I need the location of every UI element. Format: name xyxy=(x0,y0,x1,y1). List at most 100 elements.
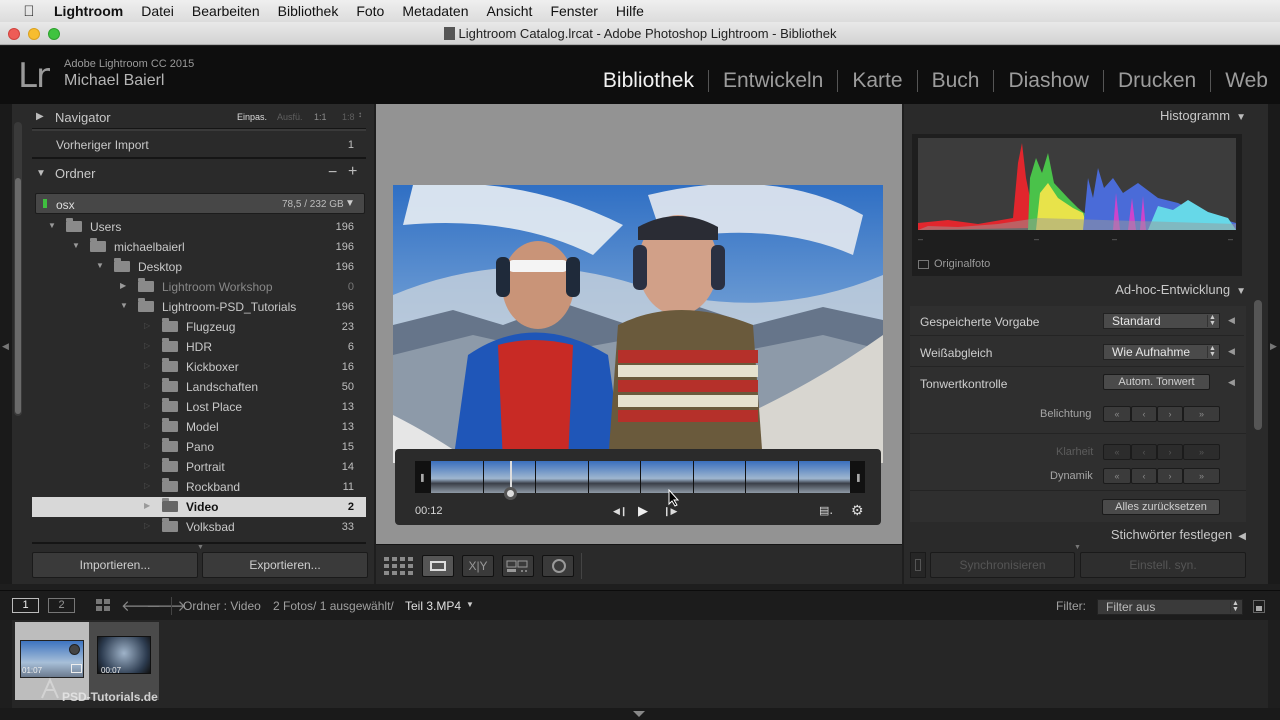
catalog-previous-import[interactable]: Vorheriger Import 1 xyxy=(32,135,366,155)
menu-datei[interactable]: Datei xyxy=(141,3,174,19)
clarity-decrease-large[interactable]: « xyxy=(1103,444,1131,460)
expand-section-icon[interactable]: ◀ xyxy=(1228,315,1235,326)
add-folder-icon[interactable]: + xyxy=(348,163,357,181)
module-entwickeln[interactable]: Entwickeln xyxy=(709,70,839,92)
expand-folder-icon[interactable]: ▷ xyxy=(144,341,150,350)
folder-row[interactable]: ▷ Model 13 xyxy=(32,417,366,437)
expand-folder-icon[interactable]: ▷ xyxy=(144,421,150,430)
collapse-section-icon[interactable]: ◀ xyxy=(1228,377,1235,388)
grid-icon[interactable] xyxy=(96,599,110,617)
second-screen-button[interactable]: 2 xyxy=(48,598,75,613)
expand-folder-icon[interactable]: ▷ xyxy=(144,461,150,470)
zoom-custom[interactable]: 1:8 xyxy=(342,112,355,122)
module-web[interactable]: Web xyxy=(1211,70,1268,92)
close-window-button[interactable] xyxy=(8,28,20,40)
vibrance-increase-large[interactable]: » xyxy=(1183,468,1220,484)
source-path[interactable]: Ordner : Video xyxy=(183,599,261,613)
zoom-fill[interactable]: Ausfü. xyxy=(277,112,303,122)
export-button[interactable]: Exportieren... xyxy=(202,552,368,578)
trim-start-handle[interactable]: ❚ xyxy=(419,473,426,482)
forward-arrow-icon[interactable]: 🡒 xyxy=(146,596,186,615)
exposure-decrease[interactable]: ‹ xyxy=(1131,406,1157,422)
volume-bar[interactable]: osx 78,5 / 232 GB ▼ xyxy=(35,193,365,214)
expand-folder-icon[interactable]: ▷ xyxy=(144,441,150,450)
survey-view-button[interactable] xyxy=(502,555,534,577)
folder-row[interactable]: ▼ Lightroom-PSD_Tutorials 196 xyxy=(32,297,366,317)
exposure-increase-large[interactable]: » xyxy=(1183,406,1220,422)
compare-view-button[interactable]: X|Y xyxy=(462,555,494,577)
zoom-spinner-icon[interactable]: ↕ xyxy=(358,110,362,119)
video-timeline-strip[interactable]: ❚ ❚ xyxy=(415,461,865,500)
collapse-folder-icon[interactable]: ▼ xyxy=(120,301,128,310)
people-view-button[interactable] xyxy=(542,555,574,577)
menu-ansicht[interactable]: Ansicht xyxy=(487,3,533,19)
menu-app-name[interactable]: Lightroom xyxy=(54,3,123,19)
collapse-folder-icon[interactable]: ▼ xyxy=(96,261,104,270)
reset-all-button[interactable]: Alles zurücksetzen xyxy=(1102,499,1220,515)
folder-row[interactable]: ▷ Portrait 14 xyxy=(32,457,366,477)
menu-metadaten[interactable]: Metadaten xyxy=(402,3,468,19)
volume-collapse-icon[interactable]: ▼ xyxy=(345,198,355,209)
module-bibliothek[interactable]: Bibliothek xyxy=(589,70,709,92)
zoom-fit[interactable]: Einpas. xyxy=(237,112,267,122)
left-panel-scrollbar-track[interactable] xyxy=(14,122,22,416)
filmstrip-thumb-2[interactable]: 00:07 xyxy=(89,622,159,700)
clarity-increase-large[interactable]: » xyxy=(1183,444,1220,460)
collapse-folder-icon[interactable]: ▼ xyxy=(72,241,80,250)
exposure-increase[interactable]: › xyxy=(1157,406,1183,422)
auto-tone-button[interactable]: Autom. Tonwert xyxy=(1103,374,1210,390)
frame-capture-icon[interactable]: ▤․ xyxy=(819,504,833,517)
menu-foto[interactable]: Foto xyxy=(356,3,384,19)
folder-row[interactable]: ▼ michaelbaierl 196 xyxy=(32,237,366,257)
filter-dropdown[interactable]: Filter aus ▲ ▼ xyxy=(1097,599,1243,615)
expand-section-icon[interactable]: ◀ xyxy=(1228,346,1235,357)
module-karte[interactable]: Karte xyxy=(838,70,918,92)
menu-bibliothek[interactable]: Bibliothek xyxy=(278,3,339,19)
scroll-down-icon[interactable]: ▼ xyxy=(197,544,204,551)
main-screen-button[interactable]: 1 xyxy=(12,598,39,613)
expand-folder-icon[interactable]: ▷ xyxy=(144,401,150,410)
menu-fenster[interactable]: Fenster xyxy=(550,3,597,19)
navigator-header[interactable]: ▶ Navigator Einpas. Ausfü. 1:1 1:8 ↕ xyxy=(32,108,366,128)
sync-settings-button[interactable]: Einstell. syn. xyxy=(1080,552,1246,578)
quick-develop-header[interactable]: Ad-hoc-Entwicklung ▼ xyxy=(910,282,1246,302)
folder-row[interactable]: ▷ Kickboxer 16 xyxy=(32,357,366,377)
filter-lock-icon[interactable] xyxy=(1253,600,1265,613)
vibrance-increase[interactable]: › xyxy=(1157,468,1183,484)
histogram-header[interactable]: Histogramm ▼ xyxy=(910,108,1246,128)
expand-folder-icon[interactable]: ▷ xyxy=(144,521,150,530)
zoom-window-button[interactable] xyxy=(48,28,60,40)
play-icon[interactable]: ▶ xyxy=(638,503,648,519)
folder-row[interactable]: ▼ Users 196 xyxy=(32,217,366,237)
minimize-window-button[interactable] xyxy=(28,28,40,40)
apple-icon[interactable]:  xyxy=(16,3,42,20)
original-photo-checkbox[interactable] xyxy=(918,260,929,269)
zoom-1-1[interactable]: 1:1 xyxy=(314,112,327,122)
playhead-knob[interactable] xyxy=(504,487,517,500)
folder-row[interactable]: ▼ Desktop 196 xyxy=(32,257,366,277)
expand-folder-icon[interactable]: ▷ xyxy=(144,481,150,490)
left-panel-toggle-icon[interactable]: ◀ xyxy=(2,341,9,352)
folder-row[interactable]: ▷ Rockband 11 xyxy=(32,477,366,497)
collapse-filmstrip-icon[interactable] xyxy=(633,711,645,717)
exposure-decrease-large[interactable]: « xyxy=(1103,406,1131,422)
synchronize-button[interactable]: Synchronisieren xyxy=(930,552,1075,578)
menu-hilfe[interactable]: Hilfe xyxy=(616,3,644,19)
left-panel-scrollbar-thumb[interactable] xyxy=(15,178,21,414)
import-button[interactable]: Importieren... xyxy=(32,552,198,578)
folder-row[interactable]: ▷ Volksbad 33 xyxy=(32,517,366,537)
trim-end-handle[interactable]: ❚ xyxy=(855,473,862,482)
vibrance-decrease-large[interactable]: « xyxy=(1103,468,1131,484)
module-buch[interactable]: Buch xyxy=(918,70,995,92)
right-panel-scrollbar[interactable] xyxy=(1254,300,1262,430)
expand-folder-icon[interactable]: ▷ xyxy=(144,361,150,370)
previous-frame-icon[interactable]: ◀❙ xyxy=(613,506,627,517)
module-diashow[interactable]: Diashow xyxy=(994,70,1104,92)
folder-row[interactable]: ▷ HDR 6 xyxy=(32,337,366,357)
folder-row[interactable]: ▶ Video 2 xyxy=(32,497,366,517)
collapse-folder-icon[interactable]: ▼ xyxy=(48,221,56,230)
folder-row[interactable]: ▷ Lost Place 13 xyxy=(32,397,366,417)
video-frame[interactable] xyxy=(393,185,883,463)
histogram-graph[interactable] xyxy=(918,138,1236,230)
file-dropdown-icon[interactable]: ▼ xyxy=(466,600,474,609)
